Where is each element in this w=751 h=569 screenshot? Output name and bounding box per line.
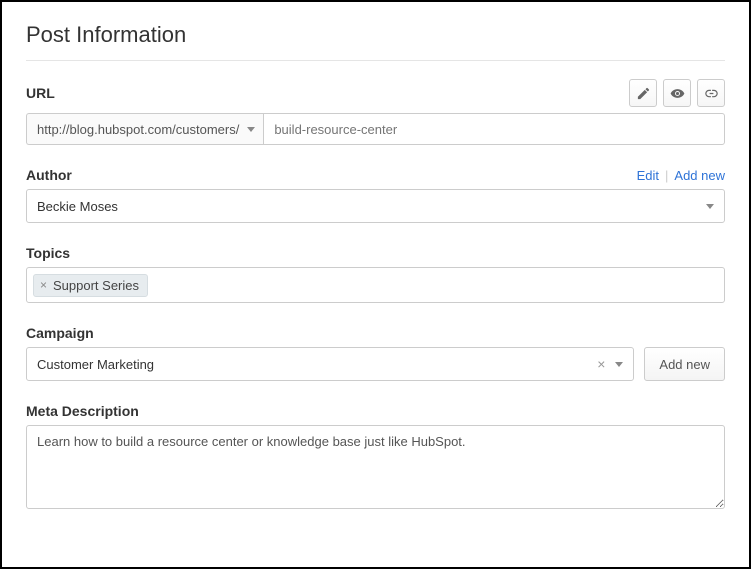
url-actions [629,79,725,107]
clear-campaign-icon[interactable]: × [597,356,605,372]
url-slug-input[interactable] [263,113,725,145]
divider [26,60,725,61]
campaign-select[interactable]: Customer Marketing × [26,347,634,381]
author-selected-value: Beckie Moses [37,199,118,214]
campaign-field: Campaign Customer Marketing × Add new [26,325,725,381]
topics-input[interactable]: × Support Series [26,267,725,303]
url-domain-select[interactable]: http://blog.hubspot.com/customers/ [26,113,263,145]
author-select[interactable]: Beckie Moses [26,189,725,223]
caret-down-icon [706,204,714,209]
url-input-row: http://blog.hubspot.com/customers/ [26,113,725,145]
edit-icon-button[interactable] [629,79,657,107]
link-icon [704,86,719,101]
url-field: URL http://blog.hubspot.com/customers/ [26,79,725,145]
topics-field: Topics × Support Series [26,245,725,303]
author-add-new-link[interactable]: Add new [674,168,725,183]
author-edit-link[interactable]: Edit [637,168,659,183]
author-actions: Edit | Add new [637,168,725,183]
page-title: Post Information [26,22,725,48]
topic-token[interactable]: × Support Series [33,274,148,297]
campaign-add-new-button[interactable]: Add new [644,347,725,381]
link-icon-button[interactable] [697,79,725,107]
campaign-label: Campaign [26,325,94,341]
campaign-selected-value: Customer Marketing [37,357,154,372]
caret-down-icon [615,362,623,367]
meta-description-textarea[interactable] [26,425,725,509]
preview-icon-button[interactable] [663,79,691,107]
eye-icon [670,86,685,101]
remove-token-icon[interactable]: × [40,279,47,291]
author-field: Author Edit | Add new Beckie Moses [26,167,725,223]
author-label: Author [26,167,72,183]
topic-token-label: Support Series [53,278,139,293]
meta-description-field: Meta Description [26,403,725,514]
pencil-icon [636,86,651,101]
topics-label: Topics [26,245,70,261]
url-domain-text: http://blog.hubspot.com/customers/ [37,122,239,137]
separator: | [665,168,668,183]
caret-down-icon [247,127,255,132]
url-label: URL [26,85,55,101]
meta-description-label: Meta Description [26,403,139,419]
